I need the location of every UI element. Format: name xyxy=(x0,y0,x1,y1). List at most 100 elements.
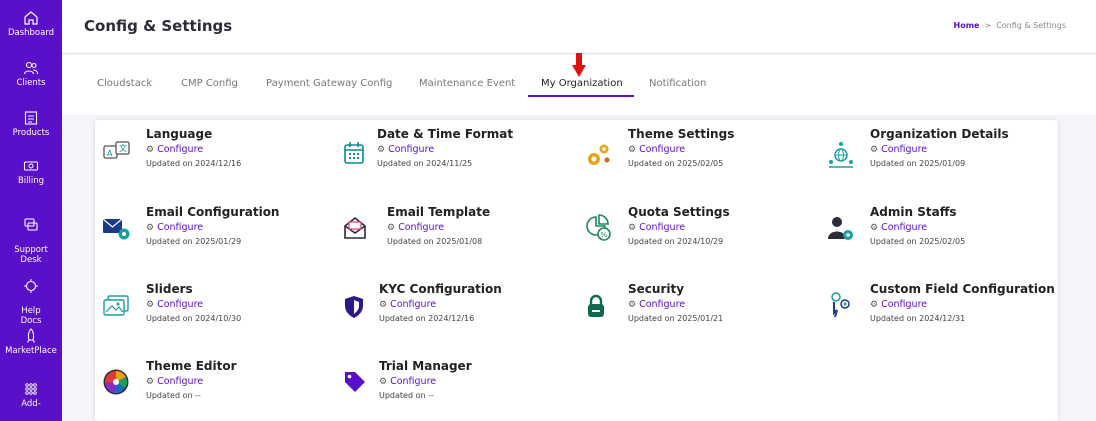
updated-date: Updated on 2025/02/05 xyxy=(870,237,966,246)
shield-icon xyxy=(345,296,363,318)
tile-sliders[interactable]: Sliders ⚙ Configure Updated on 2024/10/30 xyxy=(102,282,302,330)
active-tab-indicator xyxy=(528,95,634,97)
updated-date: Updated on 2024/11/25 xyxy=(377,159,473,168)
configure-link[interactable]: ⚙ Configure xyxy=(146,144,203,155)
configure-link[interactable]: ⚙ Configure xyxy=(628,222,685,233)
gear-icon: ⚙ xyxy=(628,223,637,233)
sidebar-item-billing[interactable]: Billing xyxy=(0,158,62,186)
tile-title: Custom Field Configuration xyxy=(870,282,1055,296)
gear-icon: ⚙ xyxy=(146,145,155,155)
configure-link[interactable]: ⚙ Configure xyxy=(146,222,203,233)
tile-date-time-format[interactable]: Date & Time Format ⚙ Configure Updated on… xyxy=(342,127,542,175)
tile-title: Language xyxy=(146,127,213,141)
sidebar-item-products[interactable]: Products xyxy=(0,110,62,138)
products-icon xyxy=(24,111,38,125)
gear-icon: ⚙ xyxy=(146,300,155,310)
updated-date: Updated on -- xyxy=(379,391,434,400)
updated-date: Updated on 2025/01/09 xyxy=(870,159,966,168)
page-title: Config & Settings xyxy=(84,17,233,35)
tab-payment-gateway-config[interactable]: Payment Gateway Config xyxy=(266,78,392,89)
sidebar-item-marketplace[interactable]: MarketPlace xyxy=(0,328,62,356)
updated-date: Updated on 2025/01/08 xyxy=(387,237,483,246)
updated-date: Updated on 2024/10/29 xyxy=(628,237,724,246)
gear-icon: ⚙ xyxy=(870,300,879,310)
configure-link[interactable]: ⚙ Configure xyxy=(628,299,685,310)
tile-quota-settings[interactable]: % Quota Settings ⚙ Configure Updated on 2… xyxy=(584,205,784,253)
gears-icon xyxy=(588,144,610,165)
updated-date: Updated on 2024/12/16 xyxy=(379,314,475,323)
configure-link[interactable]: ⚙ Configure xyxy=(870,222,927,233)
users-icon xyxy=(23,61,39,75)
tab-my-organization[interactable]: My Organization xyxy=(541,78,623,89)
tile-admin-staffs[interactable]: Admin Staffs ⚙ Configure Updated on 2025/… xyxy=(826,205,1026,253)
updated-date: Updated on 2025/02/05 xyxy=(628,159,724,168)
page-header: Config & Settings Home > Config & Settings xyxy=(62,0,1096,54)
gear-icon: ⚙ xyxy=(146,377,155,387)
gear-icon: ⚙ xyxy=(146,223,155,233)
calendar-icon xyxy=(344,142,364,164)
tab-cmp-config[interactable]: CMP Config xyxy=(181,78,238,89)
lock-icon xyxy=(588,294,604,317)
updated-date: Updated on 2024/12/16 xyxy=(146,159,242,168)
configure-link[interactable]: ⚙ Configure xyxy=(628,144,685,155)
svg-text:文: 文 xyxy=(119,143,127,153)
tile-theme-editor[interactable]: Theme Editor ⚙ Configure Updated on -- xyxy=(102,359,302,407)
tile-title: Organization Details xyxy=(870,127,1009,141)
sidebar-item-label: Support Desk xyxy=(14,245,48,265)
configure-link[interactable]: ⚙ Configure xyxy=(377,144,434,155)
grid-icon xyxy=(25,383,37,395)
tile-title: Trial Manager xyxy=(379,359,472,373)
tile-title: Sliders xyxy=(146,282,193,296)
tile-theme-settings[interactable]: Theme Settings ⚙ Configure Updated on 202… xyxy=(584,127,784,175)
email-template-icon xyxy=(344,216,366,239)
email-config-icon xyxy=(102,218,130,240)
tile-title: Security xyxy=(628,282,685,296)
tile-email-configuration[interactable]: Email Configuration ⚙ Configure Updated o… xyxy=(102,205,322,253)
sidebar-item-add-ons[interactable]: Add- xyxy=(0,381,62,409)
gear-icon: ⚙ xyxy=(628,145,637,155)
tile-title: Admin Staffs xyxy=(870,205,957,219)
breadcrumb: Home > Config & Settings xyxy=(954,21,1066,30)
tab-notification[interactable]: Notification xyxy=(649,78,706,89)
tile-kyc-configuration[interactable]: KYC Configuration ⚙ Configure Updated on … xyxy=(342,282,542,330)
tile-trial-manager[interactable]: Trial Manager ⚙ Configure Updated on -- xyxy=(342,359,542,407)
sidebar-item-help-docs[interactable]: Help Docs xyxy=(0,268,62,326)
tile-title: Quota Settings xyxy=(628,205,730,219)
settings-card: A文 Language ⚙ Configure Updated on 2024/1… xyxy=(95,120,1058,421)
sidebar-item-support-desk[interactable]: Support Desk xyxy=(0,207,62,265)
configure-link[interactable]: ⚙ Configure xyxy=(146,299,203,310)
updated-date: Updated on 2024/12/31 xyxy=(870,314,966,323)
tile-email-template[interactable]: Email Template ⚙ Configure Updated on 202… xyxy=(342,205,542,253)
breadcrumb-home-link[interactable]: Home xyxy=(954,21,980,30)
tile-organization-details[interactable]: Organization Details ⚙ Configure Updated … xyxy=(826,127,1056,175)
configure-link[interactable]: ⚙ Configure xyxy=(379,299,436,310)
sidebar-item-dashboard[interactable]: Dashboard xyxy=(0,10,62,38)
configure-link[interactable]: ⚙ Configure xyxy=(379,376,436,387)
breadcrumb-current: Config & Settings xyxy=(996,21,1066,30)
admin-icon xyxy=(828,217,853,240)
svg-text:%: % xyxy=(601,231,608,239)
quota-icon: % xyxy=(586,214,611,241)
configure-link[interactable]: ⚙ Configure xyxy=(387,222,444,233)
support-icon xyxy=(24,218,38,231)
gear-icon: ⚙ xyxy=(377,145,386,155)
rocket-icon xyxy=(27,328,35,343)
tile-custom-field-configuration[interactable]: Custom Field Configuration ⚙ Configure Up… xyxy=(826,282,1056,330)
configure-link[interactable]: ⚙ Configure xyxy=(870,144,927,155)
tab-maintenance-event[interactable]: Maintenance Event xyxy=(419,78,515,89)
language-icon: A文 xyxy=(103,141,130,159)
gear-icon: ⚙ xyxy=(379,300,388,310)
updated-date: Updated on -- xyxy=(146,391,201,400)
configure-link[interactable]: ⚙ Configure xyxy=(870,299,927,310)
updated-date: Updated on 2024/10/30 xyxy=(146,314,242,323)
tile-language[interactable]: A文 Language ⚙ Configure Updated on 2024/1… xyxy=(102,127,302,175)
sidebar: Dashboard Clients Products Billing Suppo… xyxy=(0,0,62,421)
tile-security[interactable]: Security ⚙ Configure Updated on 2025/01/2… xyxy=(584,282,784,330)
gear-icon: ⚙ xyxy=(870,145,879,155)
organization-icon xyxy=(829,142,853,168)
gear-icon: ⚙ xyxy=(387,223,396,233)
tab-cloudstack[interactable]: Cloudstack xyxy=(97,78,152,89)
configure-link[interactable]: ⚙ Configure xyxy=(146,376,203,387)
sidebar-item-clients[interactable]: Clients xyxy=(0,60,62,88)
home-icon xyxy=(24,11,38,25)
